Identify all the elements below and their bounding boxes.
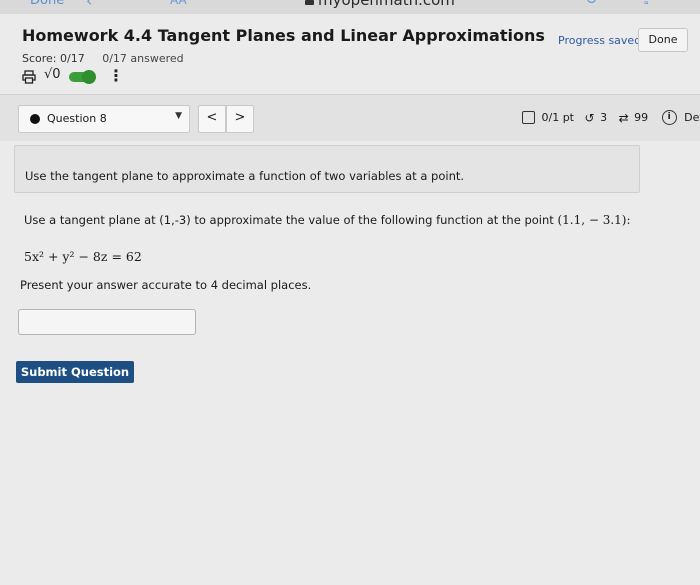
question-nav-bar: Question 8 ▼ < > 0/1 pt ↺ 3 ⇄ 99 i Detai… (0, 94, 700, 142)
question-status-dot-icon (30, 114, 40, 124)
attempts-icon: ⇄ (618, 110, 629, 125)
question-select-label: Question 8 (47, 112, 107, 125)
function-equation: 5x² + y² − 8z = 62 (24, 249, 142, 264)
points-text: 0/1 pt (541, 111, 575, 124)
assignment-header: Homework 4.4 Tangent Planes and Linear A… (0, 14, 700, 94)
browser-done-button[interactable]: Done (30, 0, 64, 8)
score-line: Score: 0/17 0/17 answered (22, 52, 184, 65)
toggle-knob (82, 70, 96, 84)
question-meta: 0/1 pt ↺ 3 ⇄ 99 i Details (522, 110, 700, 125)
lock-icon (305, 0, 314, 5)
more-options-icon[interactable]: ⋮ (108, 66, 124, 85)
reload-icon[interactable]: ↻ (585, 0, 598, 8)
share-icon[interactable]: ⇪ (640, 0, 653, 8)
score-text: Score: 0/17 (22, 52, 85, 65)
next-question-button[interactable]: > (226, 105, 254, 133)
answer-input[interactable] (18, 309, 196, 335)
done-button[interactable]: Done (638, 28, 688, 52)
question-prompt: Use a tangent plane at (1,-3) to approxi… (24, 213, 631, 227)
url-text[interactable]: myopenmath.com (318, 0, 455, 9)
previous-question-button[interactable]: < (198, 105, 226, 133)
math-entry-label: √0 (44, 67, 61, 82)
submit-question-button[interactable]: Submit Question (16, 361, 134, 383)
question-description-box: Use the tangent plane to approximate a f… (14, 145, 640, 193)
print-icon[interactable] (22, 70, 36, 84)
math-entry-toggle[interactable] (69, 70, 96, 84)
caret-down-icon: ▼ (175, 111, 182, 121)
progress-saved-status: Progress saved (558, 34, 642, 47)
question-select[interactable]: Question 8 ▼ (18, 105, 190, 133)
back-chevron-icon[interactable]: ‹ (86, 0, 92, 10)
reader-aa-button[interactable]: AA (170, 0, 187, 7)
info-icon[interactable]: i (661, 110, 677, 125)
checkbox-icon (522, 111, 535, 124)
details-link[interactable]: Details (684, 111, 700, 124)
question-description: Use the tangent plane to approximate a f… (25, 169, 465, 183)
answered-count: 0/17 answered (102, 52, 184, 65)
retries-count: 3 (600, 111, 608, 124)
prompt-point: (1.1, − 3.1): (557, 213, 631, 227)
question-area: Use the tangent plane to approximate a f… (0, 141, 700, 585)
browser-bar: Done ‹ AA myopenmath.com ↻ ⇪ (0, 0, 700, 14)
attempts-count: 99 (634, 111, 649, 124)
page-title: Homework 4.4 Tangent Planes and Linear A… (22, 26, 545, 45)
prompt-text: Use a tangent plane at (1,-3) to approxi… (24, 213, 554, 227)
answer-instruction: Present your answer accurate to 4 decima… (20, 278, 312, 292)
retry-icon: ↺ (584, 110, 595, 125)
